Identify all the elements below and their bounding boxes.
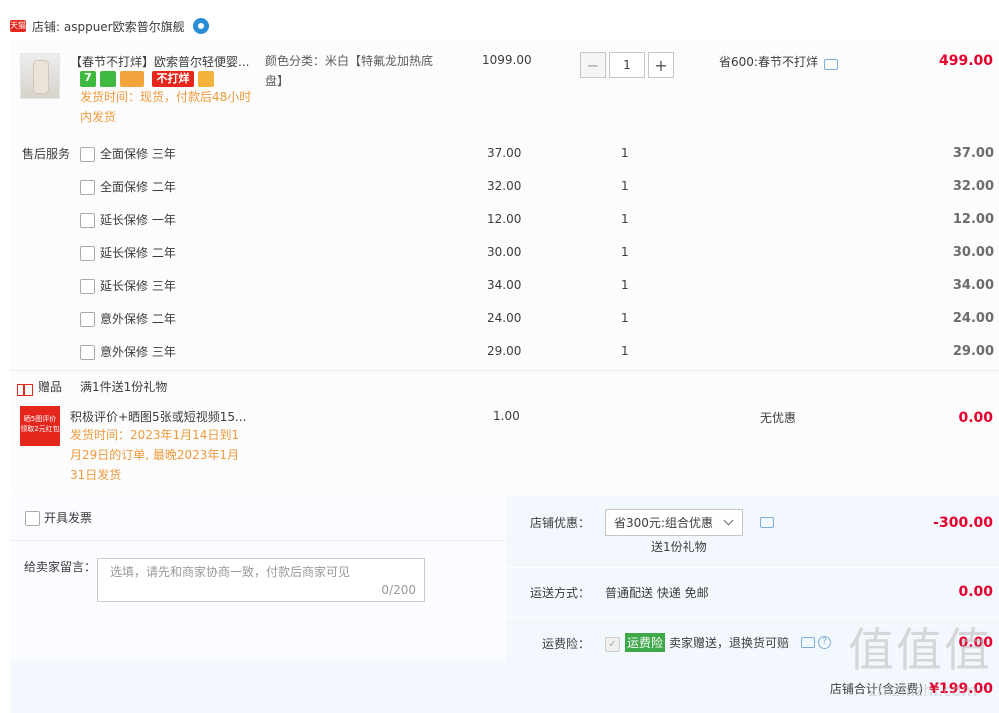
service-checkbox[interactable] xyxy=(80,345,95,360)
help-icon[interactable]: ? xyxy=(818,636,832,649)
service-price: 30.00 xyxy=(487,245,522,259)
service-qty: 1 xyxy=(621,344,629,358)
shipping-method: 普通配送 快递 免邮 xyxy=(605,586,709,600)
insurance-checkbox[interactable]: ✓ xyxy=(605,637,620,652)
service-checkbox[interactable] xyxy=(80,213,95,228)
discount-text: 省600:春节不打烊 xyxy=(719,55,818,69)
service-total: 12.00 xyxy=(952,212,994,227)
divider xyxy=(506,567,999,568)
divider xyxy=(10,370,999,371)
service-price: 32.00 xyxy=(487,179,522,193)
shop-discount-note: 送1份礼物 xyxy=(651,540,707,554)
comment-icon[interactable] xyxy=(823,59,838,70)
gift-thumbnail[interactable]: 晒5图评价 领取2元红包 xyxy=(20,406,60,446)
quantity-input[interactable]: 1 xyxy=(609,52,645,78)
service-checkbox[interactable] xyxy=(80,147,95,162)
service-qty: 1 xyxy=(621,245,629,259)
gift-discount: 无优惠 xyxy=(760,411,797,425)
no-closing-badge: 不打烊 xyxy=(152,71,194,87)
shipping-label: 运送方式： xyxy=(530,586,591,600)
credit-card-icon xyxy=(120,71,144,87)
service-label: 意外保修 二年 xyxy=(100,312,176,326)
service-qty: 1 xyxy=(621,278,629,292)
gift-price: 1.00 xyxy=(493,409,520,423)
service-label: 意外保修 三年 xyxy=(100,345,176,359)
service-label: 延长保修 三年 xyxy=(100,279,176,293)
sku-info: 颜色分类：米白【特氟龙加热底盘】 xyxy=(265,54,434,88)
gift-title[interactable]: 积极评价+晒图5张或短视频15... xyxy=(70,408,246,425)
quantity-stepper: − 1 + xyxy=(580,52,674,78)
tmall-badge: 天猫 xyxy=(10,20,26,32)
char-counter: 0/200 xyxy=(381,583,416,597)
service-label: 全面保修 三年 xyxy=(100,147,176,161)
service-total: 32.00 xyxy=(952,179,994,194)
divider xyxy=(10,540,506,541)
insurance-info: 运费险 卖家赠送，退换货可赔 ? xyxy=(625,633,832,652)
product-discount: 省600:春节不打烊 xyxy=(719,53,838,70)
service-label: 延长保修 二年 xyxy=(100,246,176,260)
service-price: 34.00 xyxy=(487,278,522,292)
unit-price: 1099.00 xyxy=(482,53,532,67)
service-checkbox[interactable] xyxy=(80,312,95,327)
product-badges: 7 不打烊 xyxy=(80,71,218,87)
shop-header: 天猫 店铺: asppuer欧索普尔旗舰 xyxy=(10,16,209,36)
decrease-button[interactable]: − xyxy=(580,52,606,78)
service-price: 24.00 xyxy=(487,311,522,325)
increase-button[interactable]: + xyxy=(648,52,674,78)
chat-wangwang-icon[interactable] xyxy=(192,18,209,34)
invoice-checkbox[interactable] xyxy=(25,511,40,526)
gift-total: 0.00 xyxy=(958,410,993,426)
service-qty: 1 xyxy=(621,146,629,160)
product-total: 499.00 xyxy=(938,53,993,69)
service-price: 37.00 xyxy=(487,146,522,160)
guarantee-icon xyxy=(100,71,116,87)
service-price: 12.00 xyxy=(487,212,522,226)
service-label: 全面保修 二年 xyxy=(100,180,176,194)
chevron-down-icon xyxy=(723,515,734,526)
shipping-amount: 0.00 xyxy=(958,584,993,600)
service-total: 29.00 xyxy=(952,344,994,359)
gift-rule: 满1件送1份礼物 xyxy=(80,380,168,394)
comment-icon[interactable] xyxy=(760,517,774,528)
service-total: 34.00 xyxy=(952,278,994,293)
service-total: 37.00 xyxy=(952,146,994,161)
insurance-text: 卖家赠送，退换货可赔 xyxy=(669,636,790,650)
service-label: 延长保修 一年 xyxy=(100,213,176,227)
service-checkbox[interactable] xyxy=(80,279,95,294)
service-total: 24.00 xyxy=(952,311,994,326)
message-label: 给卖家留言： xyxy=(24,560,97,574)
service-qty: 1 xyxy=(621,311,629,325)
insurance-label: 运费险： xyxy=(542,637,591,651)
watermark-url: zhizhizhi.com xyxy=(868,681,978,700)
service-total: 30.00 xyxy=(952,245,994,260)
service-qty: 1 xyxy=(621,212,629,226)
insurance-badge: 运费险 xyxy=(625,633,666,652)
shop-discount-amount: -300.00 xyxy=(933,515,993,531)
comment-icon[interactable] xyxy=(801,637,816,648)
watermark-glyphs: 值值值 xyxy=(848,623,992,677)
ship-time: 发货时间：现货，付款后48小时内发货 xyxy=(80,90,252,124)
shop-discount-label: 店铺优惠： xyxy=(530,516,591,530)
services-heading: 售后服务 xyxy=(22,147,71,161)
shop-discount-select[interactable]: 省300元:组合优惠 xyxy=(605,509,743,536)
gift-label: 赠品 xyxy=(38,380,63,394)
gift-ship-time: 发货时间：2023年1月14日到1月29日的订单, 最晚2023年1月31日发货 xyxy=(70,428,240,482)
seven-day-return-icon: 7 xyxy=(80,71,96,87)
message-placeholder: 选填，请先和商家协商一致，付款后商家可见 xyxy=(110,565,351,579)
service-price: 29.00 xyxy=(487,344,522,358)
shop-name[interactable]: 店铺: asppuer欧索普尔旗舰 xyxy=(32,18,185,35)
gift-icon xyxy=(16,379,33,396)
message-textarea[interactable]: 选填，请先和商家协商一致，付款后商家可见 0/200 xyxy=(97,558,425,602)
watermark-logo: 值值值 zhizhizhi.com xyxy=(848,625,998,713)
gift-box-icon xyxy=(198,71,214,87)
service-checkbox[interactable] xyxy=(80,246,95,261)
service-checkbox[interactable] xyxy=(80,180,95,195)
product-title[interactable]: 【春节不打烊】欧索普尔轻便婴... xyxy=(70,53,249,70)
shop-discount-value: 省300元:组合优惠 xyxy=(614,516,713,530)
divider xyxy=(506,617,999,618)
invoice-label: 开具发票 xyxy=(44,511,93,525)
product-thumbnail[interactable] xyxy=(20,53,60,99)
service-qty: 1 xyxy=(621,179,629,193)
